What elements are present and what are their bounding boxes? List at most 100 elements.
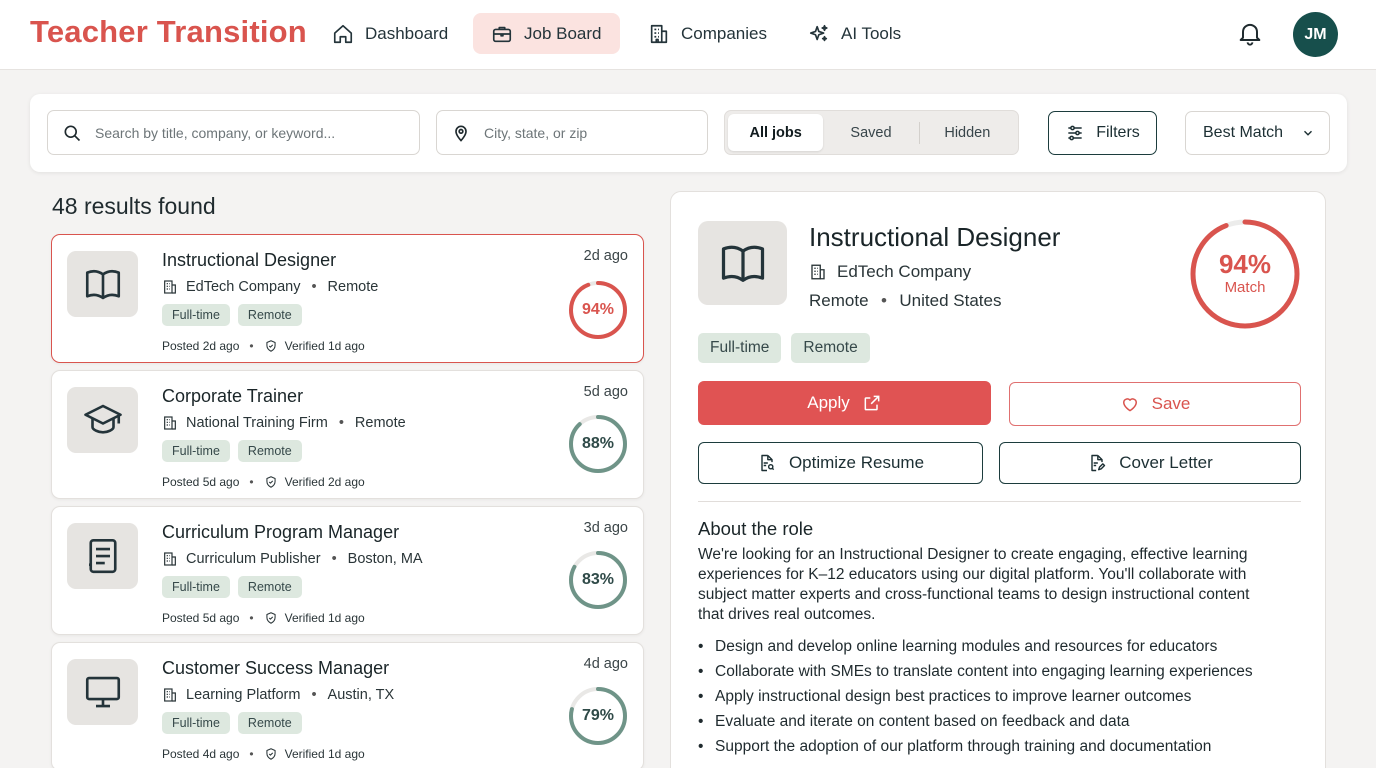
save-button[interactable]: Save [1009,382,1301,426]
match-score-percent: 94% [1218,249,1272,279]
job-company-location: National Training Firm • Remote [162,415,406,431]
match-score-ring: 83% [567,549,629,611]
responsibility-item: Support the adoption of our platform thr… [698,734,1298,759]
job-company-location: Learning Platform • Austin, TX [162,687,394,703]
verified-shield-icon [266,612,276,624]
nav-ai-tools[interactable]: AI Tools [790,13,919,54]
detail-country: United States [899,291,1002,310]
job-card[interactable]: Customer Success Manager Learning Platfor… [51,642,644,768]
responsibility-item: Design and develop online learning modul… [698,634,1298,659]
separator-dot: • [311,279,317,295]
tag-work-mode: Remote [237,440,302,462]
location-search-field [436,110,708,155]
job-verified: Verified 2d ago [284,475,365,489]
job-company-location: EdTech Company • Remote [162,279,378,295]
job-posting-info: Posted 4d ago • Verified 1d ago [162,747,365,761]
tag-employment-type: Full-time [698,333,782,363]
match-score-percent: 83% [581,571,615,588]
book-icon [85,269,120,300]
job-verified: Verified 1d ago [284,611,365,625]
graduation-cap-icon [83,404,122,434]
separator-dot: • [249,747,254,761]
search-filter-bar: All jobs Saved Hidden Filters Best Match [30,94,1347,172]
filters-button-label: Filters [1096,124,1140,141]
detail-job-title: Instructional Designer [809,222,1061,252]
tab-all-jobs[interactable]: All jobs [728,114,824,151]
sliders-icon [1068,125,1082,141]
sort-dropdown[interactable]: Best Match [1185,111,1330,155]
about-role-text: We're looking for an Instructional Desig… [698,546,1250,623]
user-avatar[interactable]: JM [1293,12,1338,57]
map-pin-icon [455,125,467,142]
brand-logo[interactable]: Teacher Transition [30,14,307,50]
monitor-icon [85,676,120,708]
job-posting-info: Posted 5d ago • Verified 2d ago [162,475,365,489]
job-verified: Verified 1d ago [284,339,365,353]
search-icon [64,125,81,141]
job-view-segment: All jobs Saved Hidden [724,110,1019,155]
job-title[interactable]: Corporate Trainer [162,386,303,407]
job-age: 2d ago [583,248,628,264]
job-card[interactable]: Instructional Designer EdTech Company • Rem… [51,234,644,363]
match-score-text: 94% Match [1187,216,1303,332]
tag-employment-type: Full-time [162,304,230,326]
nav-companies-label: Companies [681,23,767,43]
building-icon [164,552,176,566]
nav-companies[interactable]: Companies [630,13,785,54]
job-posted: Posted 5d ago [162,475,240,489]
optimize-resume-button[interactable]: Optimize Resume [698,442,983,484]
separator-dot: • [311,687,317,703]
job-company-location: Curriculum Publisher • Boston, MA [162,551,423,567]
save-button-label: Save [1151,394,1191,413]
tag-work-mode: Remote [237,304,302,326]
job-company: Learning Platform [186,687,301,703]
chevron-down-icon [1304,130,1313,136]
cover-letter-button[interactable]: Cover Letter [999,442,1301,484]
job-tags: Full-time Remote [162,304,302,326]
job-company: National Training Firm [186,415,328,431]
document-search-icon [761,454,775,472]
notebook-icon [88,538,117,574]
job-posted: Posted 2d ago [162,339,240,353]
job-title[interactable]: Instructional Designer [162,250,336,271]
nav-job-board[interactable]: Job Board [473,13,620,54]
match-score-ring: 88% [567,413,629,475]
responsibility-item: Evaluate and iterate on content based on… [698,709,1298,734]
detail-location: Remote • United States [809,291,1001,311]
job-age: 3d ago [583,520,628,536]
job-age: 5d ago [583,384,628,400]
keyword-search-input[interactable] [95,124,419,141]
notification-bell-icon[interactable] [1236,19,1264,47]
filters-button[interactable]: Filters [1048,111,1157,155]
tab-hidden[interactable]: Hidden [920,114,1015,151]
job-verified: Verified 1d ago [284,747,365,761]
keyword-search-field [47,110,420,155]
apply-button[interactable]: Apply [698,381,991,425]
job-card[interactable]: Curriculum Program Manager Curriculum Pub… [51,506,644,635]
home-icon [333,24,353,43]
job-company: Curriculum Publisher [186,551,321,567]
job-title[interactable]: Curriculum Program Manager [162,522,399,543]
company-logo [67,251,138,317]
job-tags: Full-time Remote [162,440,302,462]
job-card[interactable]: Corporate Trainer National Training Firm •… [51,370,644,499]
tag-employment-type: Full-time [162,576,230,598]
tag-work-mode: Remote [237,712,302,734]
company-logo [67,387,138,453]
building-icon [164,280,176,294]
tab-saved[interactable]: Saved [823,114,918,151]
location-search-input[interactable] [484,124,707,141]
nav-dashboard[interactable]: Dashboard [314,13,466,54]
job-location: Boston, MA [347,551,423,567]
job-age: 4d ago [583,656,628,672]
match-score-ring: 94% [567,279,629,341]
job-tags: Full-time Remote [162,576,302,598]
job-title[interactable]: Customer Success Manager [162,658,389,679]
job-location: Remote [327,279,379,295]
detail-tags: Full-time Remote [698,333,870,363]
job-posted: Posted 5d ago [162,611,240,625]
book-icon [721,245,764,282]
detail-company-name: EdTech Company [837,262,972,281]
job-posting-info: Posted 2d ago • Verified 1d ago [162,339,365,353]
match-score-percent: 88% [581,435,615,452]
